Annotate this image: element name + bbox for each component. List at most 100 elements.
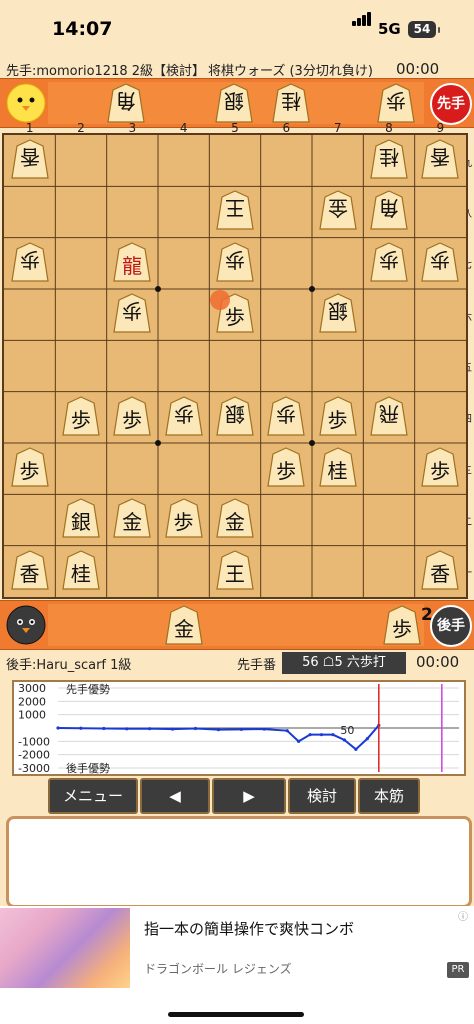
- hand-piece[interactable]: 銀: [213, 82, 255, 124]
- evaluation-point: [148, 727, 152, 731]
- mainline-button[interactable]: 本筋: [358, 778, 420, 814]
- shogi-piece[interactable]: 龍: [111, 241, 153, 283]
- hand-piece[interactable]: 角: [105, 82, 147, 124]
- comment-box[interactable]: [6, 816, 472, 908]
- piece-label: 銀: [224, 401, 245, 426]
- piece-label: 桂: [281, 89, 301, 113]
- y-tick-label: -1000: [18, 735, 50, 748]
- evaluation-point: [216, 728, 220, 732]
- piece-label: 香: [19, 561, 40, 586]
- shogi-piece[interactable]: 王: [214, 189, 256, 231]
- piece-label: 歩: [276, 459, 297, 483]
- shogi-piece[interactable]: 歩: [60, 395, 102, 437]
- shogi-piece[interactable]: 歩: [214, 241, 256, 283]
- shogi-piece[interactable]: 歩: [419, 241, 461, 283]
- shogi-piece[interactable]: 歩: [163, 497, 205, 539]
- star-point: [155, 286, 161, 292]
- piece-label: 桂: [327, 459, 348, 483]
- shogi-piece[interactable]: 歩: [317, 395, 359, 437]
- sente-avatar-chick-icon[interactable]: [6, 605, 46, 645]
- prev-move-button[interactable]: ◀: [140, 778, 210, 814]
- piece-label: 金: [174, 617, 194, 641]
- gote-player-name: 後手:Haru_scarf 1級: [6, 658, 132, 673]
- ad-subtitle: ドラゴンボール レジェンズ: [144, 962, 292, 976]
- y-tick-label: 3000: [18, 682, 46, 695]
- piece-label: 金: [122, 510, 143, 535]
- evaluation-point: [262, 727, 266, 731]
- piece-label: 角: [378, 196, 399, 221]
- shogi-piece[interactable]: 歩: [111, 395, 153, 437]
- piece-label: 歩: [224, 247, 245, 272]
- evaluation-graph-svg: 300020001000 -1000-2000-3000 先手優勢後手優勢 50: [18, 682, 459, 775]
- shogi-piece[interactable]: 香: [9, 549, 51, 591]
- piece-label: 銀: [224, 89, 244, 113]
- shogi-piece[interactable]: 歩: [9, 446, 51, 488]
- shogi-piece[interactable]: 銀: [317, 292, 359, 334]
- gote-advantage-label: 後手優勢: [66, 761, 110, 774]
- shogi-piece[interactable]: 歩: [265, 395, 307, 437]
- evaluation-graph[interactable]: 3000 2000 1000 -1000 -2000 -3000 先手優勢 後手優勢 50: [12, 680, 466, 776]
- y-tick-label: -3000: [18, 762, 50, 774]
- y-tick-label: -2000: [18, 749, 50, 762]
- evaluation-point: [193, 726, 198, 731]
- shogi-piece[interactable]: 金: [317, 189, 359, 231]
- piece-label: 香: [430, 561, 451, 586]
- shogi-piece[interactable]: 金: [111, 497, 153, 539]
- shogi-board[interactable]: 香桂香王金角歩龍歩歩歩歩歩銀歩歩歩銀歩歩飛歩歩桂歩銀金歩金香桂王香: [2, 133, 468, 599]
- last-move-display: 56 ☖5 六歩打: [282, 652, 406, 674]
- evaluation-point: [342, 738, 347, 742]
- hand-piece[interactable]: 金: [163, 604, 205, 646]
- piece-label: 飛: [378, 401, 399, 426]
- shogi-piece[interactable]: 歩: [419, 446, 461, 488]
- analyze-button[interactable]: 検討: [288, 778, 356, 814]
- shogi-piece[interactable]: 歩: [163, 395, 205, 437]
- piece-label: 王: [224, 561, 245, 586]
- shogi-piece[interactable]: 香: [419, 138, 461, 180]
- gote-clock: 00:00: [416, 653, 460, 671]
- hand-piece[interactable]: 桂: [270, 82, 312, 124]
- ad-info-icon[interactable]: ⓘ: [458, 908, 468, 923]
- piece-label: 歩: [122, 299, 143, 323]
- star-point: [309, 286, 315, 292]
- evaluation-point: [170, 727, 175, 731]
- ad-title[interactable]: 指一本の簡単操作で爽快コンボ: [144, 918, 354, 939]
- shogi-piece[interactable]: 銀: [214, 395, 256, 437]
- shogi-piece[interactable]: 香: [419, 549, 461, 591]
- shogi-piece[interactable]: 歩: [111, 292, 153, 334]
- gote-avatar-chick-icon[interactable]: [6, 83, 46, 123]
- piece-label: 金: [224, 510, 245, 535]
- shogi-piece[interactable]: 歩: [9, 241, 51, 283]
- shogi-piece[interactable]: 桂: [368, 138, 410, 180]
- evaluation-point: [285, 729, 289, 733]
- shogi-piece[interactable]: 金: [214, 497, 256, 539]
- shogi-piece[interactable]: 銀: [60, 497, 102, 539]
- sente-player-name: 先手:momorio1218 2級【検討】: [6, 64, 206, 79]
- y-tick-label: 1000: [18, 709, 46, 722]
- hand-piece[interactable]: 歩: [381, 604, 423, 646]
- piece-label: 歩: [392, 617, 412, 641]
- shogi-piece[interactable]: 桂: [60, 549, 102, 591]
- shogi-piece[interactable]: 歩: [368, 241, 410, 283]
- piece-label: 歩: [378, 247, 399, 272]
- status-bar: 14:07 5G 54: [0, 0, 474, 58]
- hand-piece[interactable]: 歩: [375, 82, 417, 124]
- sente-hand-area: 金歩 2 後手: [0, 600, 474, 650]
- ad-image[interactable]: [0, 908, 130, 988]
- sente-hand-tray: [48, 604, 424, 646]
- evaluation-point: [239, 727, 243, 731]
- shogi-piece[interactable]: 角: [368, 189, 410, 231]
- piece-label: 銀: [70, 510, 91, 535]
- shogi-piece[interactable]: 桂: [317, 446, 359, 488]
- shogi-piece[interactable]: 香: [9, 138, 51, 180]
- ad-banner[interactable]: 指一本の簡単操作で爽快コンボ ドラゴンボール レジェンズ PR ⓘ: [0, 906, 474, 1024]
- evaluation-point: [308, 733, 312, 737]
- header-info: 先手:momorio1218 2級【検討】 将棋ウォーズ (3分切れ負け) 00…: [0, 58, 474, 80]
- shogi-piece[interactable]: 歩: [265, 446, 307, 488]
- menu-button[interactable]: メニュー: [48, 778, 138, 814]
- piece-label: 歩: [386, 89, 406, 113]
- shogi-piece[interactable]: 王: [214, 549, 256, 591]
- piece-label: 歩: [276, 401, 297, 426]
- piece-label: 歩: [173, 510, 194, 535]
- next-move-button[interactable]: ▶: [212, 778, 286, 814]
- shogi-piece[interactable]: 飛: [368, 395, 410, 437]
